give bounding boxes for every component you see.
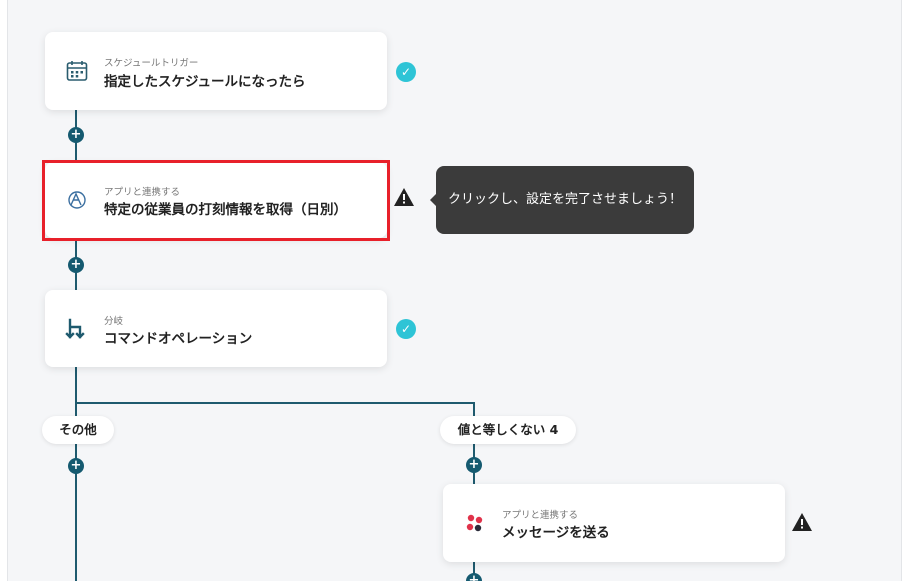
complete-check-icon: ✓ [396,62,416,82]
branch-card[interactable]: 分岐 コマンドオペレーション [45,290,387,367]
card-category: 分岐 [104,316,124,327]
flow-canvas: スケジュールトリガー 指定したスケジュールになったら ✓ + アプリと連携する … [7,0,902,581]
card-title: コマンドオペレーション [104,331,253,347]
warning-icon [791,512,813,532]
complete-check-icon: ✓ [396,319,416,339]
add-step-button[interactable]: + [466,457,482,473]
add-step-button[interactable]: + [68,458,84,474]
branch-label-not-equal[interactable]: 値と等しくない 4 [440,416,576,444]
add-step-button[interactable]: + [68,127,84,143]
dots-logo-icon [463,511,487,535]
add-step-button[interactable]: + [68,257,84,273]
card-title: 指定したスケジュールになったら [104,74,306,90]
calendar-icon [65,59,89,83]
highlight-box [42,160,390,241]
add-step-button[interactable]: + [466,573,482,581]
card-title: メッセージを送る [502,525,610,541]
branch-label-other[interactable]: その他 [42,416,114,444]
card-category: アプリと連携する [502,510,579,521]
message-card[interactable]: アプリと連携する メッセージを送る [443,484,785,562]
warning-icon [393,187,415,207]
branch-icon [65,317,89,341]
trigger-card[interactable]: スケジュールトリガー 指定したスケジュールになったら [45,32,387,110]
branch-connector [75,402,475,404]
setup-tooltip: クリックし、設定を完了させましょう！ [429,166,695,234]
card-category: スケジュールトリガー [104,58,199,69]
